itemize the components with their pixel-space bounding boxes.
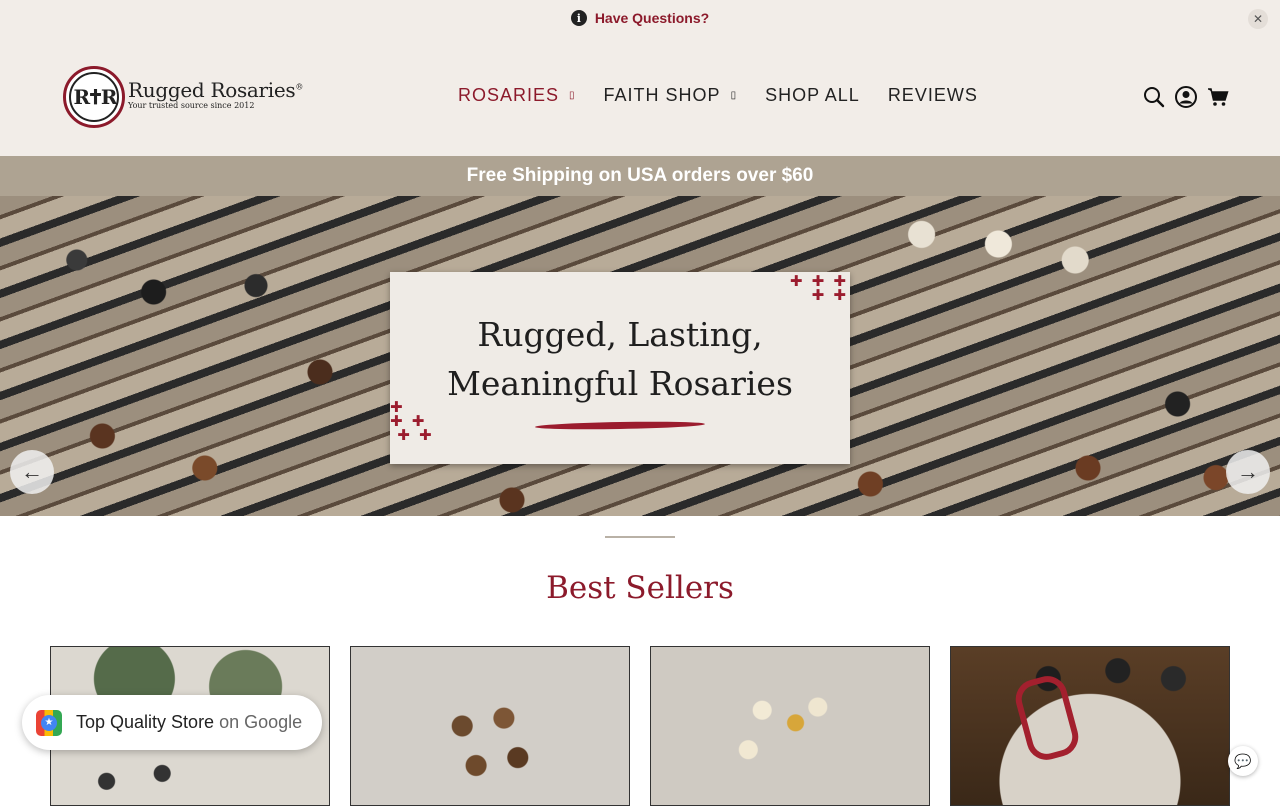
info-icon: i <box>570 10 587 26</box>
best-sellers-heading: Best Sellers <box>546 570 734 606</box>
logo-monogram: R✝R <box>69 72 119 122</box>
product-card[interactable] <box>350 646 630 806</box>
logo-mark-icon: R✝R <box>63 66 125 128</box>
chat-bubble-icon: 💬 <box>1234 752 1252 769</box>
nav-item-rosaries[interactable]: ROSARIES ▯ <box>458 85 576 106</box>
cross-pattern-icon: ✚ ✚ ✚ ✚ ✚ <box>789 272 848 304</box>
cross-pattern-icon: ✚ ✚ ✚ ✚ ✚ <box>390 398 434 444</box>
product-card[interactable] <box>950 646 1230 806</box>
registered-mark: ® <box>295 82 304 92</box>
product-card[interactable] <box>650 646 930 806</box>
header-actions <box>1134 85 1230 109</box>
chevron-down-icon: ▯ <box>730 90 738 101</box>
hero-title-line-2: Meaningful Rosaries <box>447 364 793 403</box>
badge-label: Top Quality Store <box>76 712 215 732</box>
nav-label: SHOP ALL <box>765 85 860 105</box>
close-announcement-button[interactable]: ✕ <box>1248 9 1268 29</box>
brand-name: Rugged Rosaries <box>128 78 296 102</box>
have-questions-link[interactable]: Have Questions? <box>595 10 709 26</box>
google-store-badge[interactable]: ★ Top Quality Store on Google <box>22 695 322 750</box>
hero-text-card: ✚ ✚ ✚ ✚ ✚ Rugged, Lasting, Meaningful Ros… <box>390 272 850 464</box>
nav-item-reviews[interactable]: REVIEWS <box>888 85 978 106</box>
arrow-left-icon: ← <box>21 459 43 484</box>
google-shopping-bag-icon: ★ <box>36 709 62 736</box>
slide-prev-button[interactable]: ← <box>10 450 54 494</box>
account-icon[interactable] <box>1174 85 1198 109</box>
nav-item-shop-all[interactable]: SHOP ALL <box>765 85 860 106</box>
slide-next-button[interactable]: → <box>1226 450 1270 494</box>
nav-item-faith-shop[interactable]: FAITH SHOP ▯ <box>604 85 738 106</box>
brand-tagline: Your trusted source since 2012 <box>128 101 255 110</box>
arrow-right-icon: → <box>1237 459 1259 484</box>
main-nav: ROSARIES ▯ FAITH SHOP ▯ SHOP ALL REVIEWS <box>458 85 1006 106</box>
chevron-down-icon: ▯ <box>569 90 576 101</box>
brand-logo[interactable]: R✝R Rugged Rosaries® Your trusted source… <box>63 66 303 128</box>
badge-suffix: on Google <box>219 712 303 732</box>
cart-icon[interactable] <box>1206 85 1230 109</box>
announcement-bar: i Have Questions? ✕ <box>0 0 1280 36</box>
section-divider <box>605 536 675 538</box>
free-shipping-banner: Free Shipping on USA orders over $60 <box>0 156 1280 196</box>
star-icon: ★ <box>41 714 57 731</box>
nav-label: FAITH SHOP <box>603 85 721 105</box>
nav-label: REVIEWS <box>887 85 978 105</box>
chat-button[interactable]: 💬 <box>1228 746 1258 776</box>
hero-title-line-1: Rugged, Lasting, <box>477 315 763 354</box>
nav-label: ROSARIES <box>458 85 560 105</box>
search-icon[interactable] <box>1142 85 1166 109</box>
hero-slideshow: ✚ ✚ ✚ ✚ ✚ Rugged, Lasting, Meaningful Ros… <box>0 196 1280 516</box>
brush-stroke-decoration <box>534 420 706 431</box>
site-header: R✝R Rugged Rosaries® Your trusted source… <box>0 36 1280 156</box>
